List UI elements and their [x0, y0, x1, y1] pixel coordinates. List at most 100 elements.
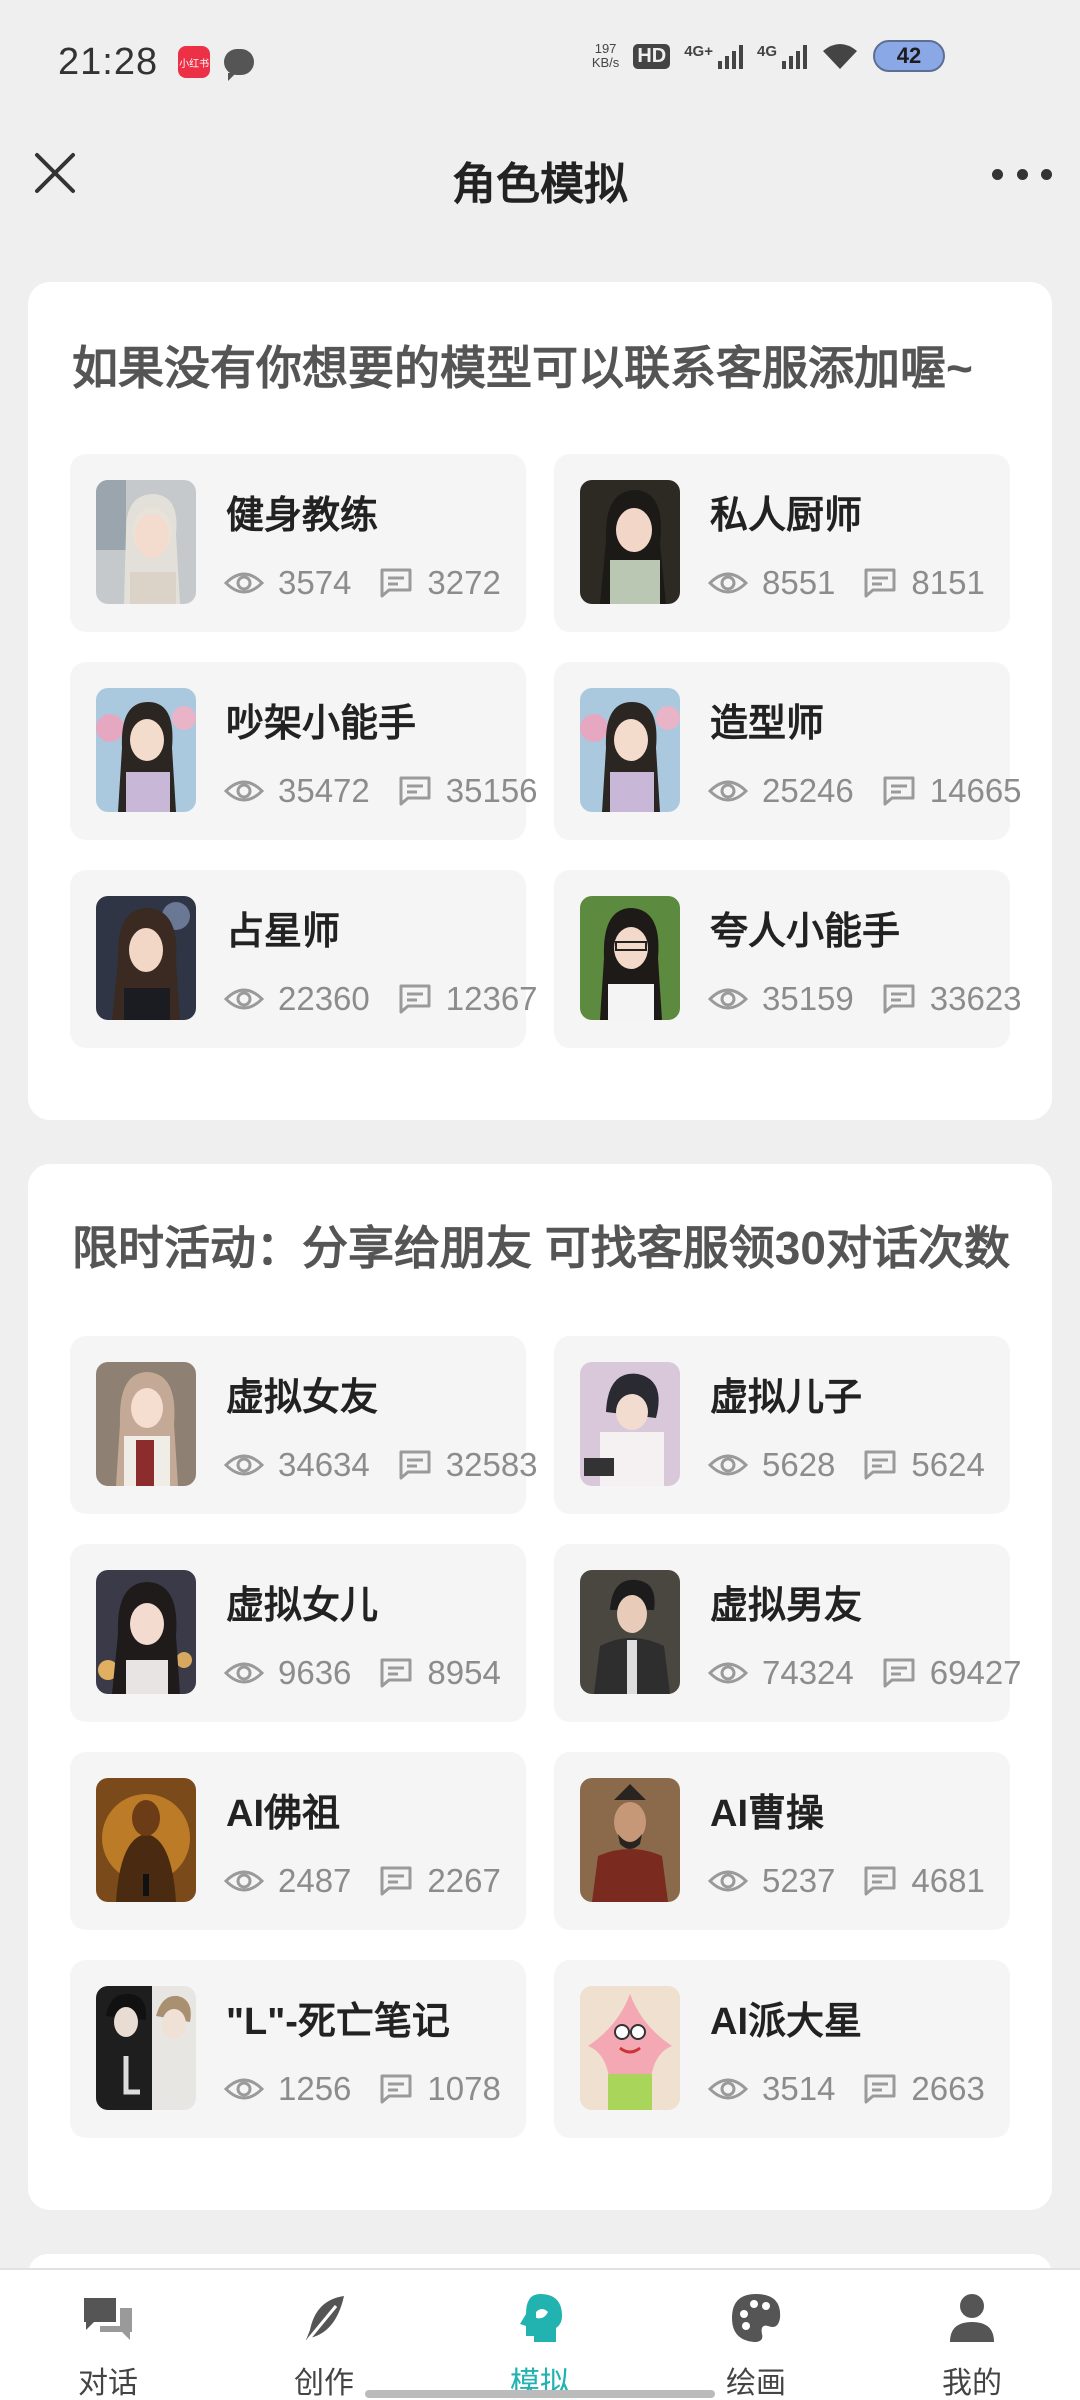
role-stats: 35472 35156 [224, 772, 538, 810]
role-card-private-chef[interactable]: 私人厨师 8551 8151 [554, 454, 1010, 632]
view-count: 3574 [278, 564, 352, 601]
feather-icon [306, 2296, 344, 2341]
comment-count: 5624 [911, 1446, 985, 1483]
role-stats: 5237 4681 [708, 1862, 985, 1900]
role-stats: 1256 1078 [224, 2070, 501, 2108]
chat-icon [84, 2298, 132, 2340]
role-card-death-note-l[interactable]: "L"-死亡笔记 1256 1078 [70, 1960, 526, 2138]
signal-4gplus-icon: 4G+ [684, 43, 743, 69]
role-card-compliment-expert[interactable]: 夸人小能手 35159 33623 [554, 870, 1022, 1048]
role-stats: 9636 8954 [224, 1654, 501, 1692]
home-indicator[interactable] [365, 2390, 715, 2398]
roles-section-card: 如果没有你想要的模型可以联系客服添加喔~ 健身教练 3574 3272 私人厨师… [28, 282, 1052, 1120]
hd-voice-icon: HD [633, 43, 671, 69]
nav-item-draw[interactable]: 绘画 [648, 2270, 864, 2400]
role-name: 吵架小能手 [226, 703, 417, 745]
role-stats: 35159 33623 [708, 980, 1022, 1018]
role-stats: 74324 69427 [708, 1654, 1022, 1692]
role-card-virtual-boyfriend[interactable]: 虚拟男友 74324 69427 [554, 1544, 1022, 1722]
nav-label: 对话 [78, 2367, 138, 2400]
eye-icon [708, 572, 748, 594]
role-card-virtual-son[interactable]: 虚拟儿子 5628 5624 [554, 1336, 1010, 1514]
promo-section-card: 限时活动：分享给朋友 可找客服领30对话次数 虚拟女友 34634 32583 … [28, 1164, 1052, 2210]
eye-icon [224, 780, 264, 802]
role-name: 健身教练 [226, 495, 379, 537]
role-name: AI佛祖 [226, 1793, 341, 1835]
eye-icon [708, 988, 748, 1010]
wifi-icon [823, 44, 857, 69]
comment-count: 2663 [911, 2070, 985, 2107]
role-name: 虚拟儿子 [710, 1377, 863, 1419]
role-card-fitness-coach[interactable]: 健身教练 3574 3272 [70, 454, 526, 632]
comment-count: 4681 [911, 1862, 985, 1899]
role-card-virtual-girlfriend[interactable]: 虚拟女友 34634 32583 [70, 1336, 538, 1514]
view-count: 8551 [762, 564, 836, 601]
nav-item-create[interactable]: 创作 [216, 2270, 432, 2400]
role-card-ai-cao-cao[interactable]: AI曹操 5237 4681 [554, 1752, 1010, 1930]
signal-4g-icon: 4G [757, 43, 807, 69]
role-name: 造型师 [710, 703, 825, 745]
view-count: 3514 [762, 2070, 836, 2107]
section-title: 限时活动：分享给朋友 可找客服领30对话次数 [72, 1222, 1010, 1274]
comment-icon [883, 776, 915, 806]
network-speed: 197 KB/s [591, 41, 620, 70]
view-count: 9636 [278, 1654, 352, 1691]
page-title: 角色模拟 [452, 160, 628, 209]
eye-icon [708, 1662, 748, 1684]
view-count: 35472 [278, 772, 370, 809]
comment-icon [864, 568, 896, 598]
eye-icon [224, 572, 264, 594]
avatar [580, 896, 680, 1020]
role-stats: 8551 8151 [708, 564, 985, 602]
comment-icon [883, 984, 915, 1014]
role-card-stylist[interactable]: 造型师 25246 14665 [554, 662, 1022, 840]
role-stats: 3514 2663 [708, 2070, 985, 2108]
eye-icon [708, 780, 748, 802]
more-options-icon[interactable] [992, 154, 1052, 194]
comment-icon [380, 568, 412, 598]
comment-count: 2267 [427, 1862, 501, 1899]
view-count: 22360 [278, 980, 370, 1017]
comment-count: 3272 [427, 564, 501, 601]
eye-icon [224, 1454, 264, 1476]
comment-count: 35156 [445, 772, 538, 809]
role-card-ai-buddha[interactable]: AI佛祖 2487 2267 [70, 1752, 526, 1930]
nav-item-chat[interactable]: 对话 [0, 2270, 216, 2400]
palette-icon [732, 2294, 781, 2342]
status-time: 21:28 [58, 40, 159, 83]
role-card-virtual-daughter[interactable]: 虚拟女儿 9636 8954 [70, 1544, 526, 1722]
comment-icon [380, 1658, 412, 1688]
role-name: 占星师 [226, 911, 341, 953]
role-name: 虚拟女友 [226, 1377, 379, 1419]
role-name: 私人厨师 [710, 495, 863, 537]
role-stats: 22360 12367 [224, 980, 538, 1018]
role-stats: 34634 32583 [224, 1446, 538, 1484]
avatar [96, 1778, 196, 1902]
comment-icon [864, 1866, 896, 1896]
nav-label: 我的 [942, 2367, 1002, 2400]
view-count: 5237 [762, 1862, 836, 1899]
comment-count: 32583 [445, 1446, 538, 1483]
nav-item-profile[interactable]: 我的 [864, 2270, 1080, 2400]
comment-count: 69427 [929, 1654, 1022, 1691]
role-card-astrologer[interactable]: 占星师 22360 12367 [70, 870, 538, 1048]
avatar [580, 1362, 680, 1486]
avatar [580, 1570, 680, 1694]
role-stats: 3574 3272 [224, 564, 501, 602]
role-card-ai-patrick-star[interactable]: AI派大星 3514 2663 [554, 1960, 1010, 2138]
role-name: "L"-死亡笔记 [226, 2001, 450, 2043]
avatar [580, 688, 680, 812]
role-stats: 5628 5624 [708, 1446, 985, 1484]
avatar [96, 1362, 196, 1486]
battery-icon: 42 [873, 40, 945, 72]
head-icon [520, 2294, 562, 2342]
comment-icon [380, 2074, 412, 2104]
status-bar: 21:28 小红书 197 KB/s HD 4G+ 4G 42 [0, 0, 1080, 124]
nav-item-simulate[interactable]: 模拟 [432, 2270, 648, 2400]
avatar [96, 896, 196, 1020]
bottom-nav: 对话 创作 模拟 绘画 我的 [0, 2268, 1080, 2400]
message-notification-icon [224, 49, 255, 81]
eye-icon [224, 1870, 264, 1892]
role-card-argument-expert[interactable]: 吵架小能手 35472 35156 [70, 662, 538, 840]
role-name: AI曹操 [710, 1793, 825, 1835]
